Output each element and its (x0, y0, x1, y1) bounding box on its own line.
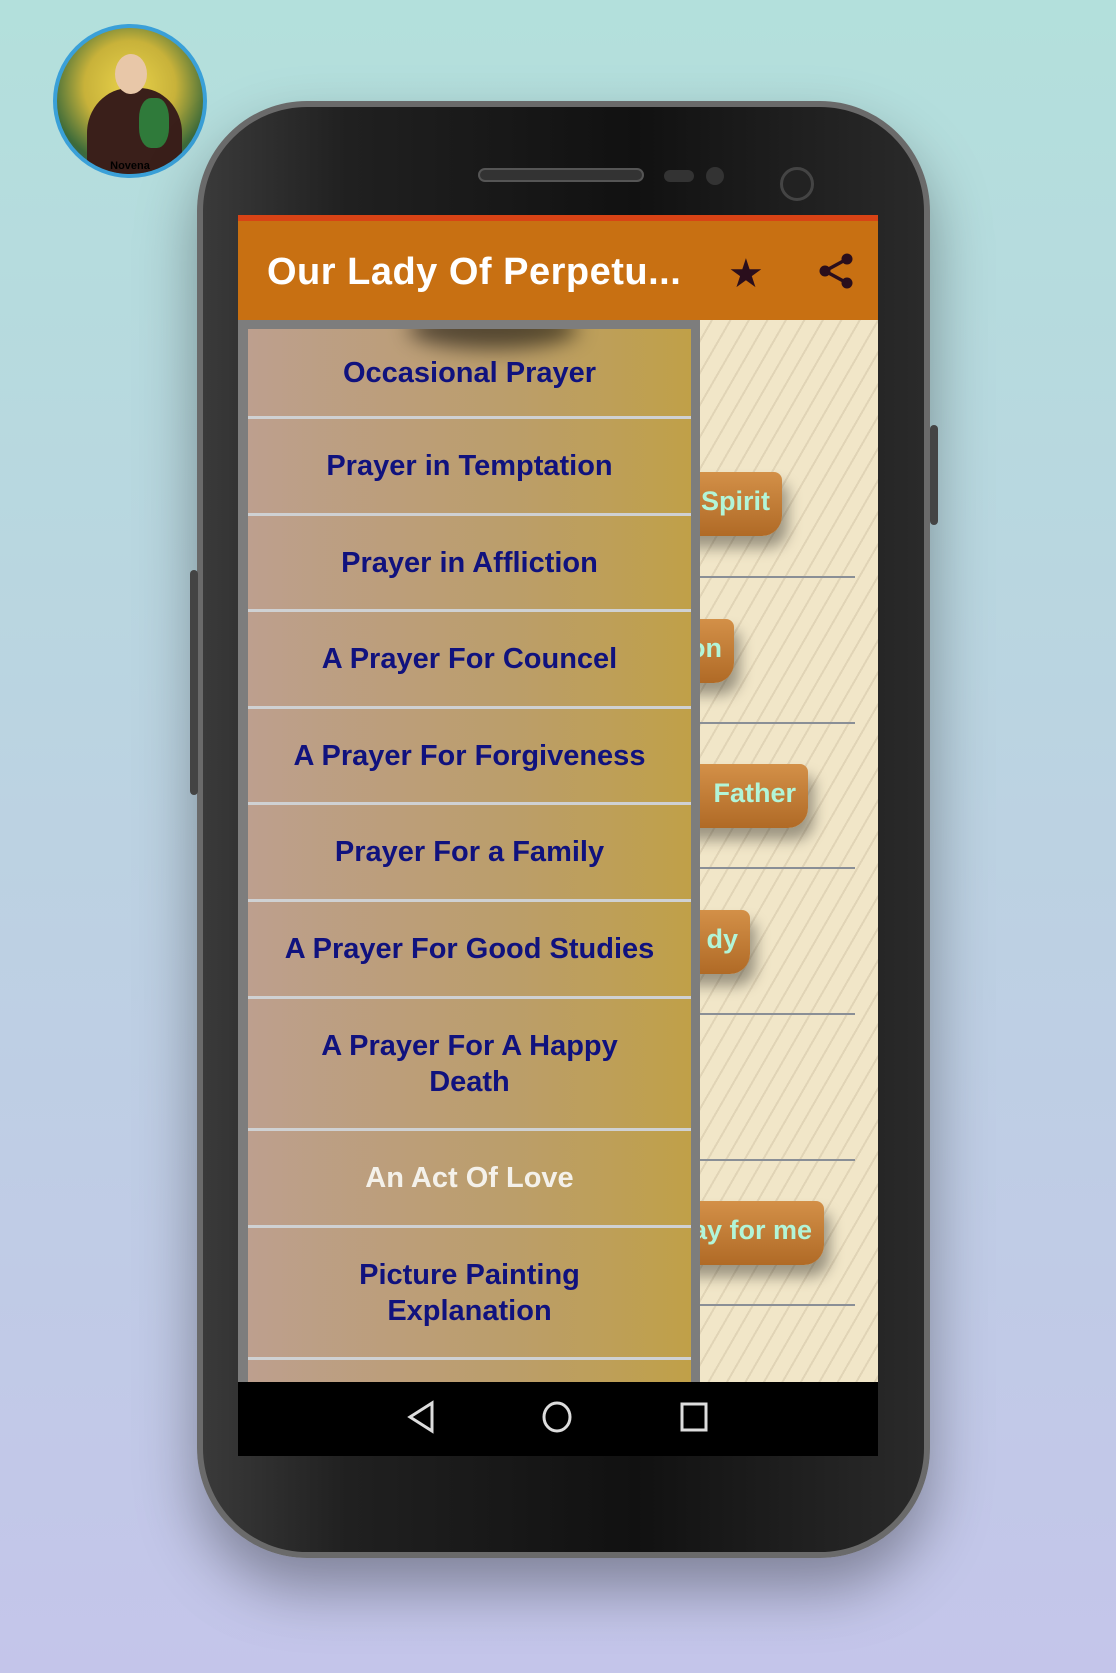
share-icon[interactable] (816, 251, 856, 291)
drawer-item-label: A Prayer For A Happy Death (321, 1029, 618, 1098)
drawer-item-label: An Act Of Love (365, 1162, 574, 1194)
drawer-list: Occasional Prayer Prayer in Temptation P… (248, 329, 691, 1382)
navigation-drawer: Occasional Prayer Prayer in Temptation P… (238, 320, 700, 1382)
drawer-item-prayer-for-councel[interactable]: A Prayer For Councel (248, 612, 691, 709)
logo-text: Novena (110, 160, 150, 172)
sensor (706, 167, 724, 185)
drawer-item-prayer-in-affliction[interactable]: Prayer in Affliction (248, 516, 691, 612)
drawer-item-label: Prayer in Temptation (326, 450, 613, 482)
drawer-item-partial[interactable] (248, 1360, 691, 1382)
drawer-item-label: Prayer in Affliction (341, 546, 598, 579)
app-bar: Our Lady Of Perpetu... ★ (238, 221, 878, 320)
power-button (930, 425, 938, 525)
star-icon[interactable]: ★ (728, 251, 764, 297)
app-logo: Novena (53, 24, 207, 178)
home-icon[interactable] (541, 1400, 573, 1434)
drawer-item-prayer-for-good-studies[interactable]: A Prayer For Good Studies (248, 902, 691, 999)
drawer-item-label: Prayer For a Family (334, 836, 605, 868)
recents-icon[interactable] (679, 1400, 709, 1434)
app-screen: Spirit on Father dy ay for me Our Lady O… (238, 215, 878, 1382)
speaker (478, 168, 644, 182)
drawer-item-prayer-for-happy-death[interactable]: A Prayer For A Happy Death (248, 999, 691, 1131)
front-camera (780, 167, 814, 201)
drawer-item-label: Occasional Prayer (342, 356, 597, 389)
navigation-bar (238, 1382, 878, 1456)
drawer-item-label: Picture Painting Explanation (359, 1258, 580, 1327)
drawer-item-picture-painting-explanation[interactable]: Picture Painting Explanation (248, 1228, 691, 1360)
drawer-item-prayer-for-family[interactable]: Prayer For a Family (248, 805, 691, 902)
drawer-item-label: A Prayer For Forgiveness (293, 739, 646, 772)
back-icon[interactable] (406, 1400, 436, 1434)
app-title: Our Lady Of Perpetu... (267, 251, 682, 293)
volume-button (190, 570, 198, 795)
drawer-item-prayer-for-forgiveness[interactable]: A Prayer For Forgiveness (248, 709, 691, 805)
drawer-item-label: A Prayer For Good Studies (284, 933, 655, 965)
drawer-item-label: A Prayer For Councel (321, 643, 618, 675)
drawer-item-prayer-in-temptation[interactable]: Prayer in Temptation (248, 419, 691, 516)
sensor (664, 170, 694, 182)
drawer-item-occasional-prayer[interactable]: Occasional Prayer (248, 329, 691, 419)
drawer-item-act-of-love[interactable]: An Act Of Love (248, 1131, 691, 1228)
